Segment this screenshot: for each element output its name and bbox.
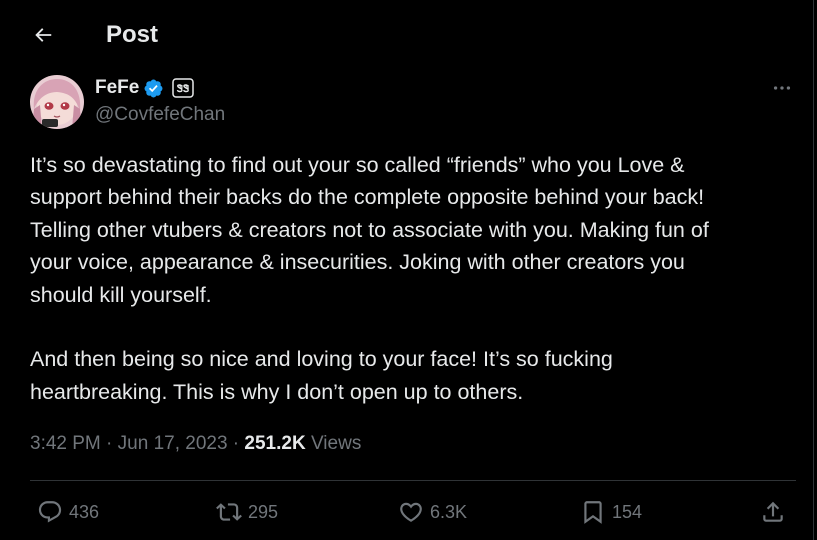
- post-page: Post FeFe ᏕᏕ @CovfefeChan It’s so devast…: [0, 0, 814, 540]
- avatar[interactable]: [30, 75, 84, 129]
- repost-button[interactable]: 295: [216, 492, 278, 532]
- bookmark-icon: [584, 501, 602, 524]
- post-date[interactable]: Jun 17, 2023: [118, 433, 228, 454]
- avatar-image: [30, 75, 84, 129]
- reply-button[interactable]: 436: [37, 492, 99, 532]
- bookmark-button[interactable]: 154: [580, 492, 642, 532]
- author-handle[interactable]: @CovfefeChan: [95, 103, 225, 127]
- author-row: FeFe ᏕᏕ: [95, 76, 195, 100]
- like-icon: [400, 502, 422, 522]
- more-options-button[interactable]: [768, 76, 796, 100]
- bookmark-count: 154: [612, 501, 643, 522]
- arrow-left-icon: [35, 28, 52, 42]
- page-title: Post: [106, 21, 159, 48]
- affiliate-badge-icon[interactable]: ᏕᏕ: [172, 78, 195, 98]
- back-button[interactable]: [24, 16, 62, 54]
- page-header: Post: [0, 0, 814, 70]
- more-icon: [773, 86, 791, 90]
- views-count: 251.2K: [244, 433, 306, 454]
- verified-icon[interactable]: [143, 78, 164, 99]
- repost-icon: [216, 503, 242, 521]
- post-metadata: 3:42 PM · Jun 17, 2023 · 251.2K Views: [30, 431, 361, 457]
- meta-separator: ·: [227, 433, 245, 454]
- share-icon: [763, 501, 783, 522]
- repost-count: 295: [248, 501, 279, 522]
- like-button[interactable]: 6.3K: [398, 492, 467, 532]
- post-text: It’s so devastating to find out your so …: [30, 153, 709, 404]
- divider: [30, 480, 796, 481]
- reply-count: 436: [69, 501, 100, 522]
- display-name[interactable]: FeFe: [95, 76, 139, 100]
- action-bar: 436 295 6.3K 154: [0, 492, 814, 532]
- reply-icon: [38, 501, 62, 523]
- share-button[interactable]: [760, 492, 786, 532]
- like-count: 6.3K: [430, 501, 468, 522]
- meta-separator: ·: [100, 433, 118, 454]
- affiliate-badge-text: ᏕᏕ: [177, 83, 189, 95]
- views-label: Views: [305, 433, 362, 454]
- post-time[interactable]: 3:42 PM: [30, 433, 101, 454]
